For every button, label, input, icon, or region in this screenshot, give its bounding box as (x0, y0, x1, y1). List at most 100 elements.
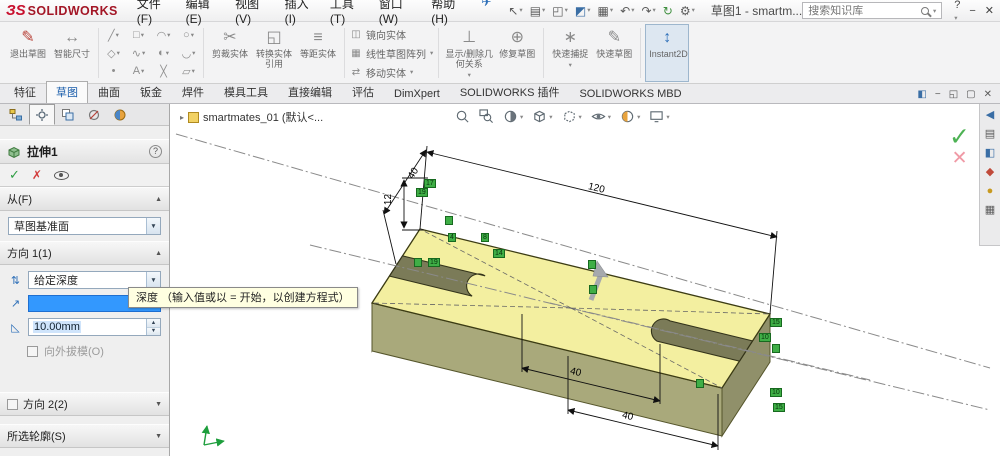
save-icon[interactable]: ◩ ▾ (575, 5, 591, 17)
sketch-marker[interactable]: 10 (759, 333, 771, 342)
tab-sw-mbd[interactable]: SOLIDWORKS MBD (569, 85, 691, 103)
draft-outward-checkbox[interactable] (27, 345, 38, 357)
tab-display-manager[interactable] (107, 104, 133, 125)
new-document-icon[interactable]: ▤ ▾ (530, 5, 546, 17)
move-entities-button[interactable]: ⇄ 移动实体 ▾ (350, 65, 433, 80)
reverse-direction-icon[interactable]: ⇅ (8, 274, 23, 287)
cancel-icon[interactable]: ✗ (32, 168, 42, 182)
section-contours-header[interactable]: 所选轮廓(S) ▼ (0, 424, 169, 448)
sketch-marker[interactable]: 15 (773, 403, 785, 412)
graphics-viewport[interactable]: ▸ smartmates_01 (默认<... ▾ ▾ ▾ ▾ ▾ ▾ ✓ ✕ (170, 104, 1000, 456)
file-explorer-icon[interactable]: ◧ (985, 147, 995, 159)
open-document-icon[interactable]: ◰ ▾ (552, 5, 568, 17)
sketch-marker[interactable]: 19 (416, 188, 428, 197)
sketch-marker[interactable]: 15 (770, 318, 782, 327)
doc-minimize-icon[interactable]: − (935, 89, 941, 100)
direction2-checkbox[interactable] (7, 398, 18, 410)
close-icon[interactable]: ✕ (985, 4, 994, 17)
tab-property-manager[interactable] (29, 104, 55, 125)
centerline-tool-icon[interactable]: ╳ (151, 62, 176, 80)
preview-eye-icon[interactable] (53, 170, 69, 180)
depth-spinner[interactable]: 10.00mm ▲ ▼ (28, 318, 161, 336)
spin-down-icon[interactable]: ▼ (147, 326, 160, 335)
tab-dimxpert-manager[interactable] (81, 104, 107, 125)
feature-tree-root[interactable]: ▸ smartmates_01 (默认<... (180, 109, 323, 125)
confirm-ok-icon[interactable]: ✓ (949, 125, 970, 150)
undo-icon[interactable]: ↶ ▾ (620, 5, 634, 17)
tab-direct-editing[interactable]: 直接编辑 (278, 81, 342, 103)
appearances-scenes-icon[interactable]: ● (987, 185, 994, 197)
ellipse-tool-icon[interactable]: ◐ ▾ (151, 44, 176, 62)
spline-tool-icon[interactable]: ∿ ▾ (126, 44, 151, 62)
polygon-tool-icon[interactable]: ◇ ▾ (101, 44, 126, 62)
doc-restore-icon[interactable]: ◱ (949, 89, 958, 100)
hide-show-items-icon[interactable]: ▾ (591, 109, 611, 124)
convert-entities-button[interactable]: ◱ 转换实体引用 (252, 24, 296, 82)
display-style-icon[interactable]: ▾ (562, 109, 582, 124)
options-gear-icon[interactable]: ⚙ ▾ (680, 5, 695, 17)
quick-snaps-button[interactable]: ∗ 快速捕捉 ▾ (548, 24, 592, 82)
sketch-marker[interactable]: 4 (448, 233, 456, 242)
design-library-icon[interactable]: ▤ (985, 128, 995, 140)
print-icon[interactable]: ▦ ▾ (598, 5, 614, 17)
exit-sketch-button[interactable]: ✎ 退出草图 (6, 24, 50, 82)
sketch-marker[interactable]: 14 (493, 249, 505, 258)
section-direction2-header[interactable]: 方向 2(2) ▼ (0, 392, 169, 416)
tab-sketch[interactable]: 草图 (46, 81, 88, 103)
tab-sheet-metal[interactable]: 钣金 (130, 81, 172, 103)
section-from-header[interactable]: 从(F) ▲ (0, 187, 169, 211)
doc-close-icon[interactable]: ✕ (984, 89, 992, 100)
tab-sw-addins[interactable]: SOLIDWORKS 插件 (450, 81, 570, 103)
tab-dimxpert[interactable]: DimXpert (384, 85, 450, 103)
display-delete-relations-button[interactable]: ⊥ 显示/删除几何关系 ▾ (443, 24, 495, 82)
dimension-slot-offset[interactable]: 12 (383, 194, 394, 205)
sketch-marker[interactable]: 17 (424, 179, 436, 188)
sketch-marker[interactable]: 19 (428, 258, 440, 267)
sketch-marker[interactable]: 8 (481, 233, 489, 242)
model-canvas[interactable] (170, 104, 1000, 456)
apply-scene-icon[interactable]: ▾ (649, 109, 670, 124)
sketch-marker[interactable] (696, 379, 704, 388)
point-tool-icon[interactable]: • (101, 62, 126, 80)
search-icon[interactable] (920, 6, 929, 15)
trim-entities-button[interactable]: ✂ 剪裁实体 (208, 24, 252, 82)
sketch-marker[interactable] (589, 285, 597, 294)
arc-tool-icon[interactable]: ◠ ▾ (151, 26, 176, 44)
chevron-down-icon[interactable]: ▼ (146, 272, 160, 288)
tab-weldments[interactable]: 焊件 (172, 81, 214, 103)
repair-sketch-button[interactable]: ⊕ 修复草图 (495, 24, 539, 82)
help-button[interactable]: ?▾ (954, 0, 960, 23)
minimize-icon[interactable]: − (969, 5, 975, 17)
smart-dimension-button[interactable]: ↔ 智能尺寸 (50, 24, 94, 82)
doc-maximize-icon[interactable]: ▢ (966, 89, 975, 100)
rectangle-tool-icon[interactable]: □ ▾ (126, 26, 151, 44)
linear-pattern-button[interactable]: ▦ 线性草图阵列 ▾ (350, 46, 433, 61)
rapid-sketch-button[interactable]: ✎ 快速草图 (592, 24, 636, 82)
resources-icon[interactable]: ◀ (986, 109, 994, 121)
tab-configuration-manager[interactable] (55, 104, 81, 125)
rebuild-icon[interactable]: ↻ (663, 5, 673, 17)
view-palette-icon[interactable]: ◆ (986, 166, 994, 178)
zoom-fit-icon[interactable] (455, 109, 470, 124)
tab-evaluate[interactable]: 评估 (342, 81, 384, 103)
tab-features[interactable]: 特征 (4, 81, 46, 103)
offset-entities-button[interactable]: ≡ 等距实体 (296, 24, 340, 82)
chevron-down-icon[interactable]: ▼ (146, 218, 160, 234)
search-input[interactable] (808, 4, 917, 17)
edit-appearance-icon[interactable]: ▾ (620, 109, 640, 124)
instant2d-button[interactable]: ↕ Instant2D (645, 24, 690, 82)
zoom-area-icon[interactable] (479, 109, 494, 124)
section-direction1-header[interactable]: 方向 1(1) ▲ (0, 241, 169, 265)
section-view-icon[interactable]: ▾ (503, 109, 523, 124)
sketch-marker[interactable] (414, 258, 422, 267)
tab-surfaces[interactable]: 曲面 (88, 81, 130, 103)
fillet-tool-icon[interactable]: ◡ ▾ (176, 44, 201, 62)
custom-properties-icon[interactable]: ▦ (985, 204, 995, 216)
text-tool-icon[interactable]: A ▾ (126, 62, 151, 80)
panel-help-icon[interactable]: ? (149, 145, 162, 158)
sketch-marker[interactable] (445, 216, 453, 225)
circle-tool-icon[interactable]: ○ ▾ (176, 26, 201, 44)
mirror-entities-button[interactable]: ◫ 镜向实体 (350, 27, 433, 42)
slot-tool-icon[interactable]: ▱ ▾ (176, 62, 201, 80)
view-orientation-icon[interactable]: ▾ (532, 109, 553, 124)
